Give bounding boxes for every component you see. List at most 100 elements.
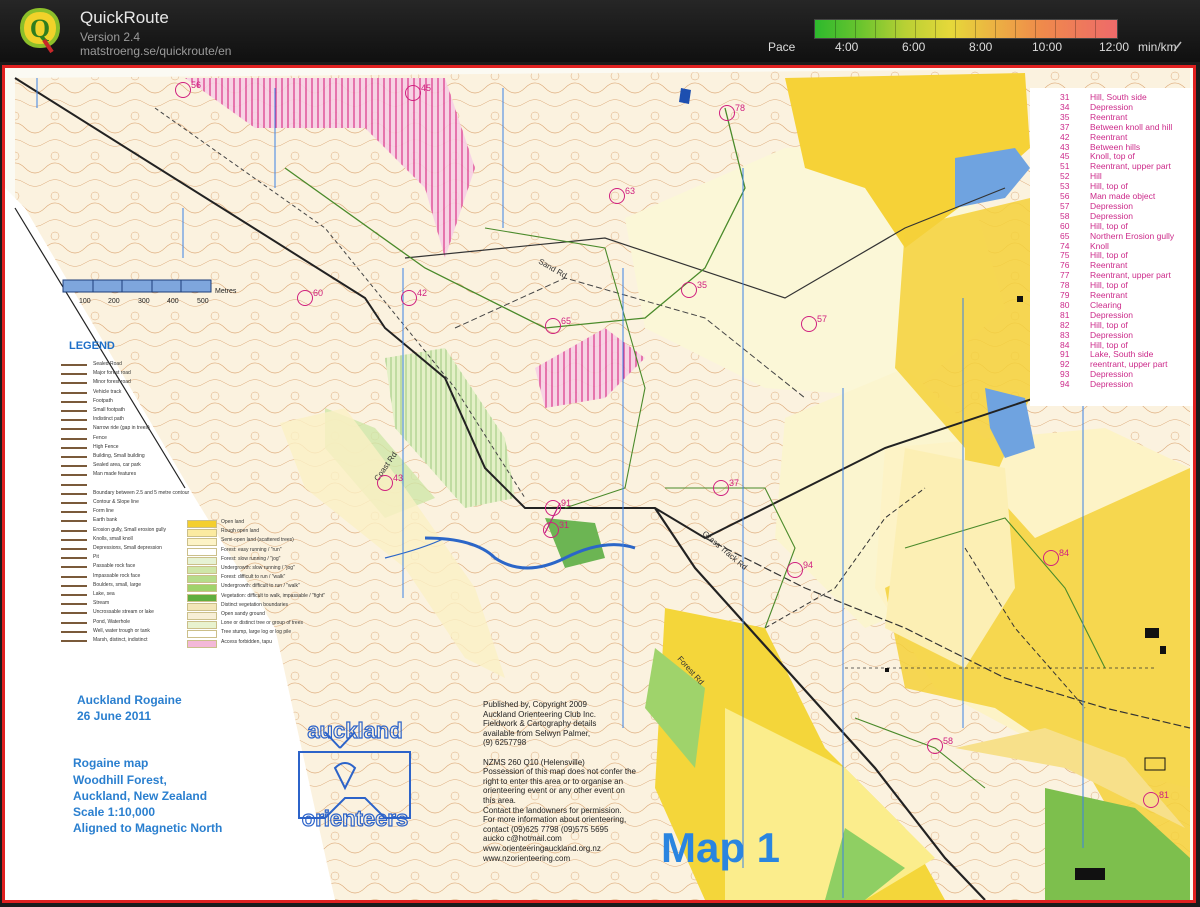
event-name: Auckland Rogaine bbox=[77, 693, 182, 707]
control-description-row: 93 Depression bbox=[1060, 369, 1133, 379]
legend-symbol bbox=[61, 511, 87, 514]
legend-symbol bbox=[61, 502, 87, 504]
legend-swatch bbox=[187, 529, 217, 538]
legend-item: Form line bbox=[93, 508, 114, 515]
control-description: Hill, top of bbox=[1090, 319, 1128, 330]
map-canvas[interactable]: auckland orienteers 31 Hill, South side 34… bbox=[2, 65, 1196, 903]
control-description-row: 92 reentrant, upper part bbox=[1060, 359, 1168, 369]
control-circle bbox=[1043, 550, 1059, 566]
scale-label: 500 bbox=[197, 298, 209, 305]
legend-item: Contour & Slope line bbox=[93, 499, 139, 505]
legend-swatch bbox=[187, 556, 217, 565]
control-number: 94 bbox=[1060, 379, 1070, 390]
app-url-link[interactable]: matstroeng.se/quickroute/en bbox=[80, 44, 231, 58]
control-number: 57 bbox=[1060, 200, 1070, 211]
legend-item: Marsh, distinct, indistinct bbox=[93, 637, 148, 643]
control-description: Depression bbox=[1090, 379, 1133, 390]
legend-symbol bbox=[61, 492, 87, 495]
control-number: 51 bbox=[1060, 161, 1070, 172]
control-description-row: 58 Depression bbox=[1060, 211, 1133, 221]
legend-item: Undergrowth: slow running / "jog" bbox=[221, 565, 295, 571]
control-description: Hill, top of bbox=[1090, 220, 1128, 231]
legend-item: Lone or distinct tree or group of trees bbox=[221, 620, 303, 627]
pace-tick-label: 10:00 bbox=[1032, 40, 1063, 54]
control-number: 45 bbox=[1060, 151, 1070, 162]
control-description: Northern Erosion gully bbox=[1090, 230, 1175, 241]
control-description-row: 65 Northern Erosion gully bbox=[1060, 231, 1174, 241]
map-info-line: Aligned to Magnetic North bbox=[73, 821, 223, 835]
publisher-line: Contact the landowners for permission. bbox=[483, 805, 622, 815]
control-number: 75 bbox=[1060, 250, 1070, 261]
legend-symbol bbox=[61, 594, 87, 596]
control-number-label: 45 bbox=[421, 83, 432, 93]
legend-symbol bbox=[61, 538, 87, 541]
legend-item: Forest: easy running / "run" bbox=[221, 546, 282, 553]
legend-symbol bbox=[61, 446, 87, 449]
control-descriptions: 31 Hill, South side 34 Depression 35 Reentran… bbox=[1030, 88, 1193, 406]
legend-swatch bbox=[187, 566, 217, 574]
pace-tick-label: 6:00 bbox=[902, 40, 926, 54]
control-description-row: 51 Reentrant, upper part bbox=[1060, 161, 1171, 171]
control-number: 34 bbox=[1060, 101, 1070, 112]
control-number: 60 bbox=[1060, 220, 1070, 231]
control-number: 80 bbox=[1060, 299, 1070, 310]
control-description: reentrant, upper part bbox=[1090, 359, 1168, 370]
publisher-line: Published by, Copyright 2009 bbox=[483, 700, 587, 709]
pace-tick-label: 8:00 bbox=[969, 40, 993, 54]
control-description-row: 60 Hill, top of bbox=[1060, 221, 1128, 231]
control-description-row: 82 Hill, top of bbox=[1060, 320, 1128, 330]
control-description: Clearing bbox=[1090, 299, 1122, 310]
control-description: Hill, top of bbox=[1090, 339, 1128, 350]
legend-swatch bbox=[187, 639, 217, 648]
scale-label: 100 bbox=[79, 298, 91, 305]
control-circle bbox=[401, 290, 417, 306]
legend-swatch bbox=[187, 538, 217, 547]
legend-symbol bbox=[61, 612, 87, 615]
control-description-row: 42 Reentrant bbox=[1060, 132, 1127, 142]
legend-item: Pit bbox=[93, 554, 99, 561]
control-description: Depression bbox=[1090, 210, 1133, 221]
control-description: Lake, South side bbox=[1090, 349, 1154, 360]
control-number: 35 bbox=[1060, 111, 1070, 122]
control-description: Reentrant bbox=[1090, 111, 1128, 122]
publisher-line: orienteering event or any other event on bbox=[483, 786, 625, 796]
control-number: 91 bbox=[1060, 349, 1070, 360]
resize-grip-icon[interactable] bbox=[1172, 40, 1182, 52]
legend-swatch bbox=[187, 547, 217, 556]
control-number: 83 bbox=[1060, 329, 1070, 340]
legend-symbol bbox=[61, 382, 87, 385]
control-number-label: 94 bbox=[803, 560, 814, 570]
legend-swatch bbox=[187, 630, 217, 639]
legend-item: Boulders, small, large bbox=[93, 581, 142, 588]
control-description: Hill, top of bbox=[1090, 181, 1128, 192]
pace-tick-label: 4:00 bbox=[835, 40, 859, 54]
legend-symbol bbox=[61, 419, 87, 422]
legend-symbol bbox=[61, 529, 87, 532]
control-number: 65 bbox=[1060, 230, 1070, 241]
publisher-line: this area. bbox=[483, 796, 516, 805]
legend-item: Impassable rock face bbox=[93, 572, 141, 579]
control-description-row: 75 Hill, top of bbox=[1060, 250, 1128, 260]
legend-swatch bbox=[187, 575, 217, 584]
control-description-row: 52 Hill bbox=[1060, 171, 1102, 181]
scale-unit: Metres bbox=[215, 288, 237, 295]
control-circle bbox=[405, 85, 421, 101]
legend-item: Open sandy ground bbox=[221, 611, 265, 617]
control-description-row: 74 Knoll bbox=[1060, 241, 1109, 251]
control-number: 84 bbox=[1060, 339, 1070, 350]
control-description-row: 53 Hill, top of bbox=[1060, 181, 1128, 191]
publisher-line: Fieldwork & Cartography details bbox=[483, 719, 597, 729]
map-info-line: Woodhill Forest, bbox=[73, 773, 167, 787]
legend-item: Forest: slow running / "jog" bbox=[221, 555, 281, 562]
legend-item: Semi-open land (scattered trees) bbox=[221, 537, 294, 544]
control-description-row: 84 Hill, top of bbox=[1060, 340, 1128, 350]
control-description-row: 77 Reentrant, upper part bbox=[1060, 270, 1171, 280]
control-description-row: 34 Depression bbox=[1060, 102, 1133, 112]
legend-item: Knolls, small knoll bbox=[93, 535, 133, 542]
publisher-line: www.nzorienteering.com bbox=[483, 853, 571, 863]
logo-line-1: auckland bbox=[307, 718, 402, 743]
legend-symbol bbox=[61, 566, 87, 569]
logo-line-2: orienteers bbox=[302, 806, 408, 831]
control-number: 42 bbox=[1060, 131, 1070, 142]
control-description-row: 57 Depression bbox=[1060, 201, 1133, 211]
